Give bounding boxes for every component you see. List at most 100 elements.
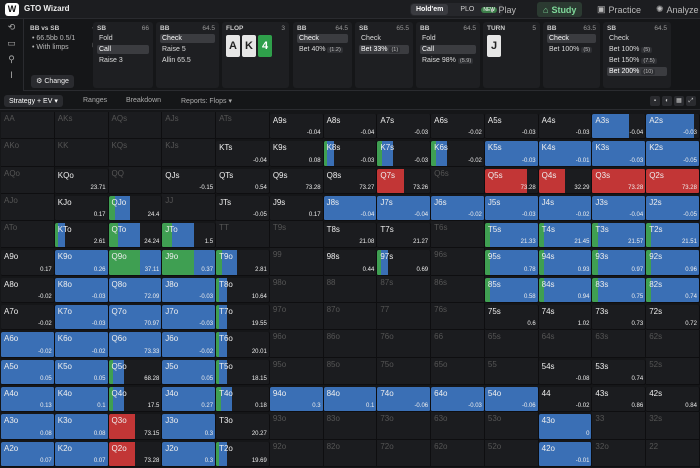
hand-cell[interactable]: 22 (646, 439, 700, 467)
hand-cell[interactable]: K7o -0.03 (54, 305, 109, 331)
nav-analyze[interactable]: ✺ Analyze (650, 2, 700, 17)
hand-cell[interactable]: KQo 23.71 (54, 168, 109, 194)
hand-cell[interactable]: 62s (646, 330, 700, 358)
color-view-icon[interactable]: ◐ (662, 96, 672, 106)
hand-cell[interactable]: J9s 0.17 (269, 195, 324, 222)
hand-cell[interactable]: J7s -0.04 (377, 195, 432, 222)
hand-cell[interactable]: T5o 18.15 (216, 359, 270, 385)
node-action[interactable]: Raise 5 (160, 45, 215, 54)
hand-cell[interactable]: 42s 0.84 (646, 386, 700, 413)
hand-cell[interactable]: 74s 1.02 (538, 305, 593, 331)
hand-cell[interactable]: 92s 0.96 (646, 250, 700, 276)
hand-cell[interactable]: KJs (162, 139, 217, 167)
node-action[interactable]: Bet 40% (1.2) (297, 45, 348, 54)
nav-play[interactable]: ◐ Play (484, 2, 522, 17)
tree-node[interactable]: SB 65.5 Check Bet 33% (1) (355, 22, 413, 88)
hand-cell[interactable]: K8s -0.03 (323, 141, 378, 167)
hand-cell[interactable]: Q8o 72.09 (108, 277, 163, 304)
hand-cell[interactable]: A7s -0.03 (377, 114, 432, 140)
hand-cell[interactable]: 82o (323, 439, 378, 467)
hand-cell[interactable]: 86s (431, 275, 485, 304)
hand-cell[interactable]: ATo (1, 221, 55, 249)
node-action[interactable]: Allin 65.5 (160, 56, 215, 65)
hand-cell[interactable]: A9s -0.04 (269, 114, 324, 140)
hand-cell[interactable]: A5s -0.03 (484, 114, 539, 140)
hand-cell[interactable]: K4s -0.01 (538, 141, 593, 167)
reset-icon[interactable]: ⟲ (0, 19, 23, 35)
node-action[interactable]: Bet 100% (5) (547, 45, 596, 54)
hand-cell[interactable]: ATs (216, 112, 270, 140)
hand-cell[interactable]: AKo (1, 139, 55, 167)
hand-cell[interactable]: Q2o 73.28 (108, 441, 163, 467)
hand-cell[interactable]: 72o (377, 439, 432, 467)
hand-cell[interactable]: 32s (646, 412, 700, 440)
hand-cell[interactable]: T2o 19.69 (216, 441, 270, 467)
hand-cell[interactable]: AA (1, 112, 55, 140)
tree-node[interactable]: SB 64.5 Check Bet 100% (5) Bet 150% (7.5) Bet 2… (603, 22, 671, 88)
hand-cell[interactable]: 77 (377, 303, 432, 331)
node-action[interactable]: Raise 98% (5.9) (420, 56, 476, 65)
hand-cell[interactable]: Q4o 17.5 (108, 386, 163, 413)
node-action[interactable]: Check (160, 34, 215, 43)
hand-cell[interactable]: AJs (162, 112, 217, 140)
node-action[interactable]: Raise 3 (97, 56, 149, 65)
hand-cell[interactable]: 64s (538, 330, 593, 358)
hand-cell[interactable]: QQ (108, 166, 163, 194)
hand-cell[interactable]: 97o (269, 303, 324, 331)
hand-cell[interactable]: J2o 0.3 (162, 441, 217, 467)
gto-wizard-logo[interactable]: W (5, 3, 19, 16)
hand-cell[interactable]: J4o 0.27 (162, 386, 217, 413)
hand-cell[interactable]: A5o 0.05 (1, 359, 55, 385)
node-action[interactable]: Call (420, 45, 476, 54)
hand-cell[interactable]: K7s -0.03 (377, 141, 432, 167)
hand-cell[interactable]: 97s 0.69 (377, 250, 432, 276)
hand-cell[interactable]: A3o 0.08 (1, 414, 55, 440)
node-action[interactable]: Bet 200% (10) (607, 67, 667, 76)
hand-cell[interactable]: Q6o 73.33 (108, 332, 163, 358)
hand-cell[interactable]: 65o (431, 357, 485, 385)
hand-cell[interactable]: 87s (377, 275, 432, 304)
tree-node[interactable]: SB 66 Fold Call Raise 3 (93, 22, 153, 88)
hand-cell[interactable]: 73s 0.73 (592, 305, 647, 331)
hand-cell[interactable]: A9o 0.17 (1, 250, 55, 276)
fullscreen-icon[interactable]: ⤢ (686, 96, 696, 106)
node-action[interactable]: Check (359, 34, 409, 43)
hand-cell[interactable]: T8s 21.08 (323, 223, 378, 249)
hand-cell[interactable]: QTo 24.24 (108, 223, 163, 249)
hand-cell[interactable]: Q9o 37.11 (108, 250, 163, 276)
nav-practice[interactable]: ▣ Practice (591, 2, 647, 17)
hand-cell[interactable]: T8o 10.64 (216, 277, 270, 304)
hand-cell[interactable]: Q2s 73.28 (646, 168, 700, 194)
hand-cell[interactable]: 52o (484, 439, 539, 467)
hand-cell[interactable]: K9o 0.26 (54, 250, 109, 276)
hand-cell[interactable]: 54o -0.06 (484, 386, 539, 413)
hand-cell[interactable]: A8o -0.02 (1, 277, 55, 304)
hand-cell[interactable]: JTo 1.5 (162, 223, 217, 249)
node-action[interactable]: Bet 33% (1) (359, 45, 409, 54)
change-button[interactable]: ⚙ Change (31, 75, 74, 88)
hand-cell[interactable]: 63s (592, 330, 647, 358)
grid-view-icon[interactable]: ▪ (650, 96, 660, 106)
hand-cell[interactable]: A4o 0.13 (1, 386, 55, 413)
hand-cell[interactable]: K8o -0.03 (54, 277, 109, 304)
suits-view-icon[interactable]: ▦ (674, 96, 684, 106)
hand-cell[interactable]: 64o -0.03 (431, 386, 485, 413)
hand-cell[interactable]: J7o -0.03 (162, 305, 217, 331)
hand-cell[interactable]: J9o 0.37 (162, 250, 217, 276)
hand-cell[interactable]: K2s -0.05 (646, 141, 700, 167)
hand-cell[interactable]: 52s (646, 357, 700, 385)
hand-cell[interactable]: 96s (431, 248, 485, 276)
hand-cell[interactable]: 83o (323, 412, 378, 440)
node-action[interactable]: Check (297, 34, 348, 43)
hand-cell[interactable]: 76s (431, 303, 485, 331)
hand-cell[interactable]: 98s 0.44 (323, 250, 378, 276)
hand-cell[interactable]: AQs (108, 112, 163, 140)
hand-cell[interactable]: Q5s 73.28 (484, 168, 539, 194)
hand-cell[interactable]: J5o 0.05 (162, 359, 217, 385)
hand-cell[interactable]: 53o (484, 412, 539, 440)
hand-cell[interactable]: 76o (377, 330, 432, 358)
hand-cell[interactable]: 75o (377, 357, 432, 385)
save-icon[interactable]: ▭ (0, 35, 23, 51)
hand-cell[interactable]: K5o 0.05 (54, 359, 109, 385)
node-action[interactable]: Call (97, 45, 149, 54)
